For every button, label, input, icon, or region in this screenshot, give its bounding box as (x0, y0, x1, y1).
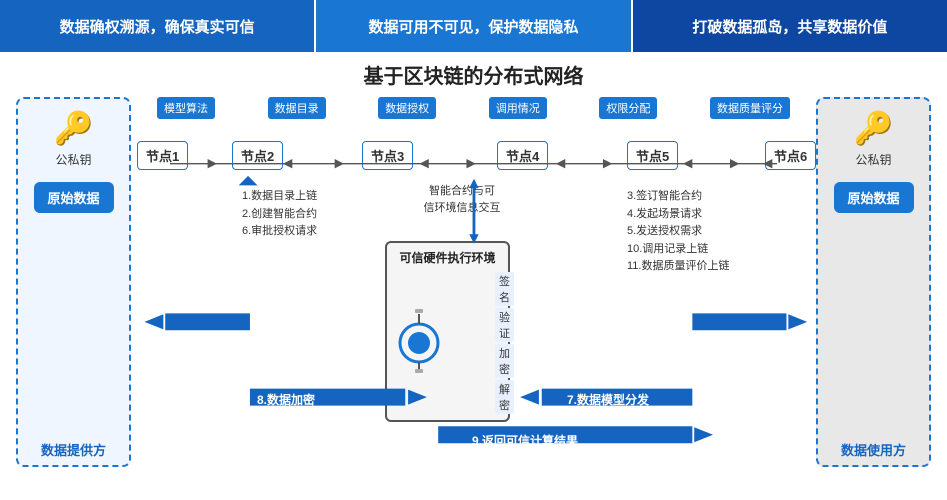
tag-4: 权限分配 (599, 97, 657, 119)
key-label-right: 公私钥 (855, 151, 891, 168)
tee-op-2: 加密 (495, 344, 514, 378)
banner-3: 打破数据孤岛，共享数据价值 (633, 0, 947, 52)
tag-1: 数据目录 (268, 97, 326, 119)
encrypt-label: 8.数据加密 (257, 391, 315, 409)
node-3: 节点3 (362, 141, 413, 170)
main-area: 基于区块链的分布式网络 🔑 公私钥 原始数据 数据提供方 模型算法 数据目录 数… (0, 52, 947, 500)
tee-ops: 签名 验证 加密 解密 (495, 272, 514, 414)
tee-op-1: 验证 (495, 308, 514, 342)
model-dist-label: 7.数据模型分发 (567, 391, 649, 409)
key-label-left: 公私钥 (55, 151, 91, 168)
page-container: 数据确权溯源，确保真实可信 数据可用不可见，保护数据隐私 打破数据孤岛，共享数据… (0, 0, 947, 500)
tee-title: 可信硬件执行环境 (397, 249, 498, 266)
provider-label: 数据提供方 (18, 440, 129, 459)
tag-5: 数据质量评分 (710, 97, 790, 119)
diagram-wrapper: 🔑 公私钥 原始数据 数据提供方 模型算法 数据目录 数据授权 调用情况 权限分… (16, 97, 931, 467)
full-diagram: 节点1 节点2 节点3 节点4 节点5 节点6 1.数据目录上链 2.创建智能合… (137, 123, 810, 483)
result-return-label: 9.返回可信计算结果 (472, 432, 578, 450)
tee-circle-graphic (397, 309, 441, 377)
key-icon-left: 🔑 (54, 109, 94, 147)
banner-2: 数据可用不可见，保护数据隐私 (316, 0, 630, 52)
diagram-title: 基于区块链的分布式网络 (16, 60, 931, 89)
node-6: 节点6 (765, 141, 816, 170)
tee-interact-annotation: 智能合约与可 信环境信息交互 (402, 183, 522, 216)
user-label: 数据使用方 (818, 440, 929, 459)
left-annotation: 1.数据目录上链 2.创建智能合约 6.审批授权请求 (242, 188, 372, 241)
tee-op-3: 解密 (495, 380, 514, 414)
key-icon-right: 🔑 (854, 109, 894, 147)
node-2: 节点2 (232, 141, 283, 170)
tee-op-0: 签名 (495, 272, 514, 306)
tag-0: 模型算法 (157, 97, 215, 119)
top-banners: 数据确权溯源，确保真实可信 数据可用不可见，保护数据隐私 打破数据孤岛，共享数据… (0, 0, 947, 52)
tee-box: 可信硬件执行环境 (385, 241, 510, 422)
right-annotation: 3.签订智能合约 4.发起场景请求 5.发送授权需求 10.调用记录上链 11.… (627, 188, 772, 276)
tag-3: 调用情况 (489, 97, 547, 119)
network-area: 模型算法 数据目录 数据授权 调用情况 权限分配 数据质量评分 (131, 97, 816, 467)
node-5: 节点5 (627, 141, 678, 170)
node-1: 节点1 (137, 141, 188, 170)
banner-1: 数据确权溯源，确保真实可信 (0, 0, 314, 52)
db-right: 原始数据 (834, 182, 914, 213)
provider-box: 🔑 公私钥 原始数据 数据提供方 (16, 97, 131, 467)
user-box: 🔑 公私钥 原始数据 数据使用方 (816, 97, 931, 467)
tags-row: 模型算法 数据目录 数据授权 调用情况 权限分配 数据质量评分 (137, 97, 810, 119)
node-4: 节点4 (497, 141, 548, 170)
db-left: 原始数据 (34, 182, 114, 213)
tag-2: 数据授权 (378, 97, 436, 119)
